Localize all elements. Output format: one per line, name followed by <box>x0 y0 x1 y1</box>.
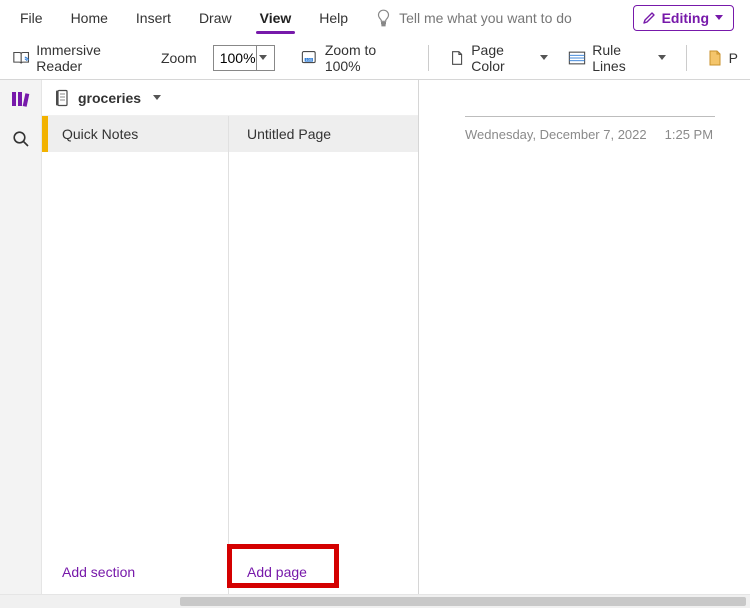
notebook-picker[interactable]: groceries <box>42 80 418 116</box>
rule-lines-label: Rule Lines <box>592 42 652 74</box>
zoom-combo[interactable]: 100% <box>213 45 275 71</box>
search-button[interactable] <box>12 130 30 148</box>
tab-file[interactable]: File <box>6 0 57 36</box>
notebook-name: groceries <box>78 90 141 106</box>
horizontal-scrollbar-thumb[interactable] <box>180 597 746 606</box>
zoom-value: 100% <box>220 50 256 66</box>
zoom-to-100-label: Zoom to 100% <box>325 42 408 74</box>
tab-view[interactable]: View <box>246 0 306 36</box>
ribbon-divider <box>428 45 429 71</box>
page-name: Untitled Page <box>247 126 331 142</box>
section-selected[interactable]: Quick Notes <box>42 116 229 152</box>
tab-help[interactable]: Help <box>305 0 362 36</box>
zoom-dropdown-button[interactable] <box>256 46 270 70</box>
ribbon-divider <box>686 45 687 71</box>
page-datetime: Wednesday, December 7, 2022 1:25 PM <box>465 127 726 142</box>
left-rail <box>0 80 42 594</box>
panel-footer: Add section Add page <box>42 550 418 594</box>
tab-home[interactable]: Home <box>57 0 122 36</box>
svg-text:100: 100 <box>305 57 312 62</box>
chevron-down-icon <box>658 55 666 60</box>
page-color-label: Page Color <box>471 42 534 74</box>
zoom-100-icon: 100 <box>301 49 319 67</box>
title-underline <box>465 116 715 117</box>
page-color-button[interactable]: Page Color <box>445 38 552 78</box>
page-selected[interactable]: Untitled Page <box>229 116 418 152</box>
paper-icon <box>707 49 723 67</box>
lightbulb-icon <box>376 9 391 27</box>
chevron-down-icon <box>153 95 161 100</box>
immersive-reader-icon <box>12 49 30 67</box>
tab-draw[interactable]: Draw <box>185 0 246 36</box>
chevron-down-icon <box>715 15 723 20</box>
menu-tab-bar: File Home Insert Draw View Help Tell me … <box>0 0 750 36</box>
tell-me-text: Tell me what you want to do <box>399 10 572 26</box>
notebooks-button[interactable] <box>11 90 31 108</box>
tell-me-search[interactable]: Tell me what you want to do <box>376 9 572 27</box>
editing-mode-button[interactable]: Editing <box>633 5 734 31</box>
notebook-icon <box>54 89 70 107</box>
add-page-button[interactable]: Add page <box>229 564 307 580</box>
pencil-icon <box>642 11 656 25</box>
paper-size-button-partial[interactable]: P <box>703 45 742 71</box>
page-list <box>229 152 418 550</box>
zoom-to-100-button[interactable]: 100 Zoom to 100% <box>297 38 413 78</box>
horizontal-scrollbar-track[interactable] <box>0 594 750 608</box>
editing-label: Editing <box>662 10 709 26</box>
add-section-button[interactable]: Add section <box>42 550 229 594</box>
notebooks-icon <box>11 90 31 108</box>
main-body: groceries Quick Notes Untitled Page Add … <box>0 80 750 594</box>
immersive-reader-label: Immersive Reader <box>36 42 141 74</box>
paper-label-partial: P <box>729 50 738 66</box>
panel-headers: Quick Notes Untitled Page <box>42 116 418 152</box>
chevron-down-icon <box>259 55 267 60</box>
section-name: Quick Notes <box>62 126 138 142</box>
immersive-reader-button[interactable]: Immersive Reader <box>8 38 145 78</box>
chevron-down-icon <box>540 55 548 60</box>
rule-lines-button[interactable]: Rule Lines <box>564 38 670 78</box>
page-canvas[interactable]: Wednesday, December 7, 2022 1:25 PM <box>419 80 750 594</box>
rule-lines-icon <box>568 50 586 66</box>
search-icon <box>12 130 30 148</box>
ribbon-view: Immersive Reader Zoom 100% 100 Zoom to 1… <box>0 36 750 80</box>
section-list <box>42 152 229 550</box>
page-time: 1:25 PM <box>665 127 713 142</box>
page-date: Wednesday, December 7, 2022 <box>465 127 647 142</box>
page-color-icon <box>449 49 465 67</box>
section-color-bar <box>42 116 48 152</box>
zoom-label: Zoom <box>157 46 201 70</box>
navigation-panel: groceries Quick Notes Untitled Page Add … <box>42 80 419 594</box>
tab-insert[interactable]: Insert <box>122 0 185 36</box>
panel-lists <box>42 152 418 550</box>
